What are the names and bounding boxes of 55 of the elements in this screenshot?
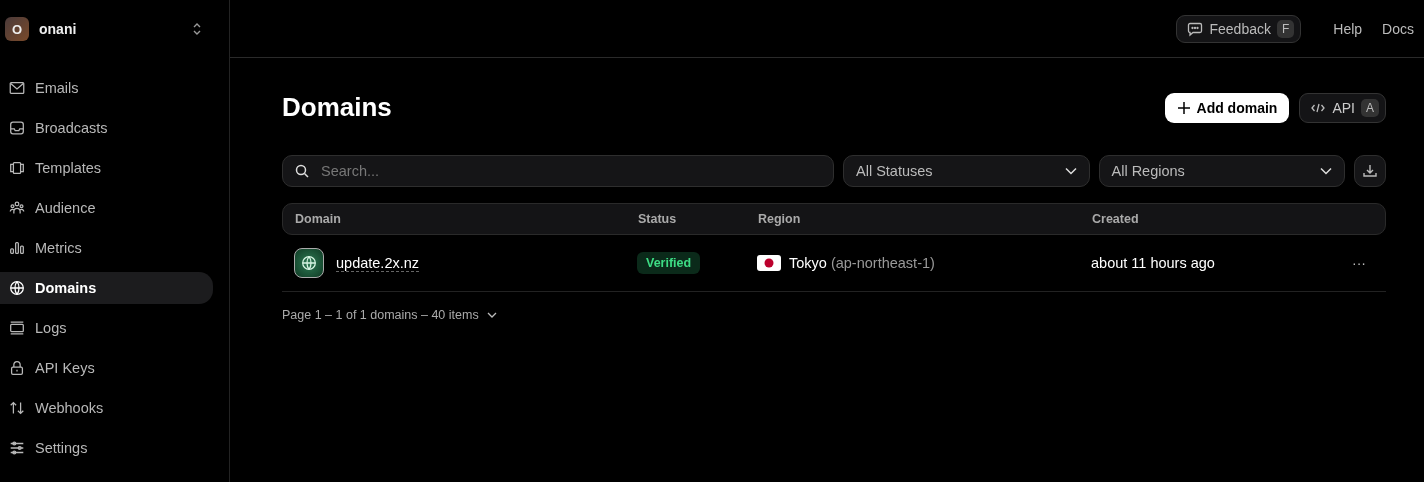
nav-item[interactable]: Templates xyxy=(0,152,213,184)
template-icon xyxy=(8,159,26,177)
search-icon xyxy=(295,164,309,178)
domain-link[interactable]: update.2x.nz xyxy=(336,254,420,272)
header-link[interactable]: Docs xyxy=(1382,20,1414,37)
nav-item[interactable]: Logs xyxy=(0,312,213,344)
lock-icon xyxy=(8,359,26,377)
nav-item[interactable]: Metrics xyxy=(0,232,213,264)
nav-item[interactable]: Settings xyxy=(0,432,213,464)
region-code: (ap-northeast-1) xyxy=(830,255,935,271)
region-select[interactable]: All Regions xyxy=(1098,155,1345,187)
api-button[interactable]: API A xyxy=(1299,92,1386,123)
inbox-icon xyxy=(8,119,26,137)
chevron-down-icon[interactable] xyxy=(486,312,497,318)
add-domain-button[interactable]: Add domain xyxy=(1164,92,1290,123)
sliders-icon xyxy=(8,439,26,457)
search-input[interactable]: Search... xyxy=(319,162,821,180)
column-header: Region xyxy=(758,212,802,226)
download-icon xyxy=(1362,163,1378,179)
nav-item[interactable]: Webhooks xyxy=(0,392,213,424)
chevron-down-icon xyxy=(1064,167,1077,175)
feedback-button[interactable]: Feedback F xyxy=(1176,14,1302,43)
created-time: about 11 hours ago xyxy=(1091,255,1215,271)
mail-icon xyxy=(8,79,26,97)
header-link[interactable]: Help xyxy=(1333,20,1363,37)
column-header: Created xyxy=(1092,212,1140,226)
arrows-icon xyxy=(8,399,26,417)
more-button[interactable]: ··· xyxy=(1346,254,1372,272)
region-name: Tokyo xyxy=(789,255,827,271)
nav-item[interactable]: Domains xyxy=(0,272,213,304)
nav-item[interactable]: API Keys xyxy=(0,352,213,384)
flag-icon xyxy=(757,255,781,271)
download-button[interactable] xyxy=(1354,155,1386,187)
shortcut-key: A xyxy=(1361,98,1379,117)
bar-chart-icon xyxy=(8,239,26,257)
search-bar[interactable]: Search... xyxy=(282,155,834,187)
column-header: Domain xyxy=(295,212,342,226)
globe-icon xyxy=(294,248,324,278)
status-select[interactable]: All Statuses xyxy=(843,155,1090,187)
nav-item[interactable]: Emails xyxy=(0,72,213,104)
status-badge: Verified xyxy=(637,252,701,274)
globe-icon xyxy=(8,279,26,297)
nav-item[interactable]: Audience xyxy=(0,192,213,224)
page-title: Domains xyxy=(282,92,392,123)
plus-icon xyxy=(1176,100,1191,115)
chevron-up-down-icon[interactable] xyxy=(191,22,203,36)
pagination-text: Page 1 – 1 of 1 domains – 40 items xyxy=(282,308,479,322)
column-header: Status xyxy=(638,212,678,226)
shortcut-key: F xyxy=(1276,19,1295,38)
list-icon xyxy=(8,319,26,337)
workspace-avatar: O xyxy=(5,17,29,41)
workspace-name[interactable]: onani xyxy=(39,21,181,37)
chat-icon xyxy=(1187,20,1204,37)
nav-item[interactable]: Broadcasts xyxy=(0,112,213,144)
chevron-down-icon xyxy=(1320,167,1332,175)
